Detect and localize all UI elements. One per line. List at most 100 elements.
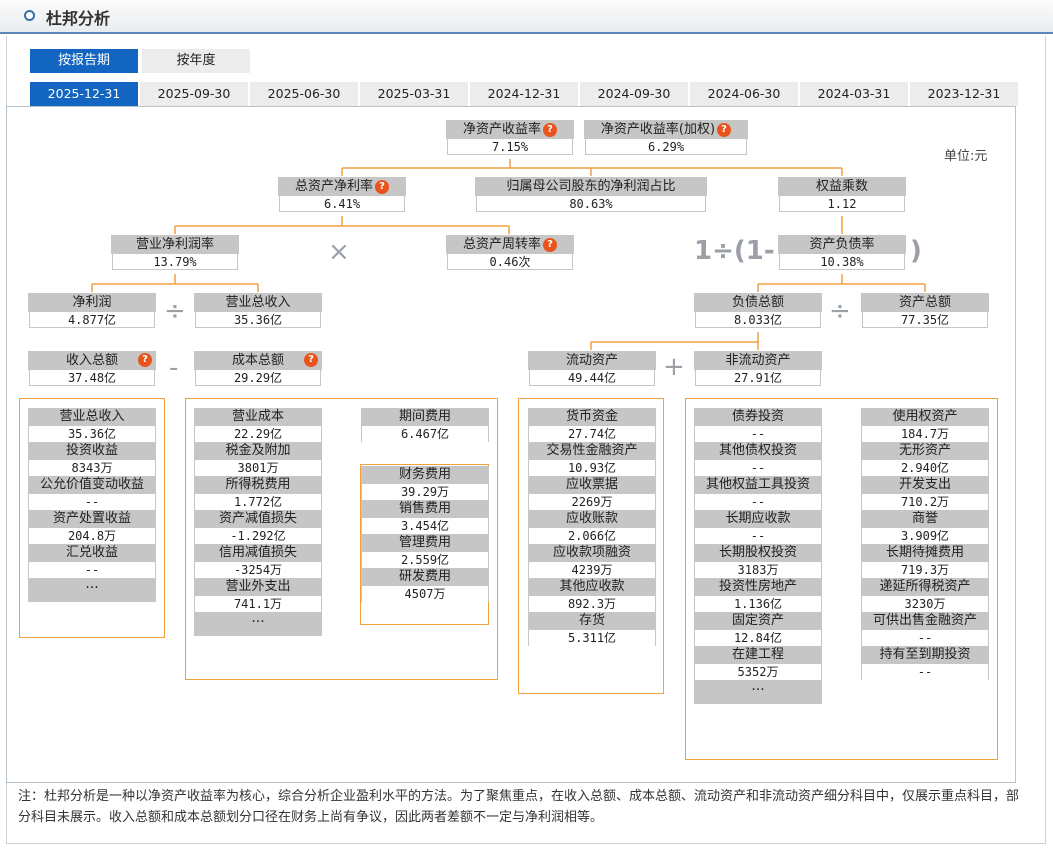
more-items[interactable]: ··· [194,612,322,636]
cost-items-column: 营业成本 22.29亿 税金及附加 3801万 所得税费用 1.772亿 资产减… [194,408,322,636]
item-value: -3254万 [195,562,321,578]
item-label: 应收款项融资 [528,544,656,562]
period-expense-label: 期间费用 [361,408,489,426]
debt-ratio-value: 10.38% [779,254,905,270]
revenue-label: 营业总收入 [194,293,322,312]
item-value: 3183万 [695,562,821,578]
item-value: 8343万 [29,460,155,476]
item-label: 无形资产 [861,442,989,460]
item-value: 5352万 [695,664,821,680]
item-label: 长期股权投资 [694,544,822,562]
item-value: 4507万 [362,586,488,602]
help-icon[interactable]: ? [717,123,732,137]
item-value: 2.559亿 [362,552,488,568]
item-label: 营业外支出 [194,578,322,596]
item-label: 交易性金融资产 [528,442,656,460]
item-value: 39.29万 [362,484,488,500]
period-expense-value: 6.467亿 [362,426,488,442]
item-label: 资产减值损失 [194,510,322,528]
roe-weighted-value: 6.29% [585,139,747,155]
item-label: 固定资产 [694,612,822,630]
equity-multiplier-node: 权益乘数 1.12 [778,177,906,213]
noncurrent-assets-node: 非流动资产 27.91亿 [694,351,822,387]
item-value: -- [695,494,821,510]
help-icon[interactable]: ? [138,353,152,367]
close-paren-sign: ) [910,236,922,266]
net-profit-label: 净利润 [28,293,156,312]
item-label: 在建工程 [694,646,822,664]
item-label: 其他应收款 [528,578,656,596]
help-icon[interactable]: ? [375,180,389,194]
roa-node: 总资产净利率? 6.41% [278,177,406,213]
one-divide-sign: 1÷(1- [694,236,775,266]
roa-value: 6.41% [279,196,405,212]
item-label: 开发支出 [861,476,989,494]
income-total-label: 收入总额 [28,351,156,370]
roe-weighted-label: 净资产收益率(加权) [600,122,716,137]
parent-ratio-value: 80.63% [476,196,706,212]
item-label: 信用减值损失 [194,544,322,562]
minus-sign: - [169,353,179,383]
current-assets-items-column: 货币资金 27.74亿 交易性金融资产 10.93亿 应收票据 2269万 应收… [528,408,656,646]
item-value: 1.772亿 [195,494,321,510]
help-icon[interactable]: ? [543,123,557,137]
item-label: 应收票据 [528,476,656,494]
item-label: 投资收益 [28,442,156,460]
net-margin-value: 13.79% [112,254,238,270]
item-label: 投资性房地产 [694,578,822,596]
item-label: 货币资金 [528,408,656,426]
revenue-value: 35.36亿 [195,312,321,328]
item-label: 债券投资 [694,408,822,426]
help-icon[interactable]: ? [543,238,557,252]
divide-sign: ÷ [164,296,186,326]
more-items[interactable]: ··· [694,680,822,704]
item-value: 3.454亿 [362,518,488,534]
debt-ratio-node: 资产负债率 10.38% [778,235,906,271]
total-liabilities-node: 负债总额 8.033亿 [694,293,822,329]
income-items-column: 营业总收入 35.36亿 投资收益 8343万 公允价值变动收益 -- 资产处置… [28,408,156,602]
item-value: 10.93亿 [529,460,655,476]
item-value: 27.74亿 [529,426,655,442]
cost-total-node: 成本总额 29.29亿 [194,351,322,387]
roe-label: 净资产收益率 [462,122,541,137]
debt-ratio-label: 资产负债率 [778,235,906,254]
item-label: 营业总收入 [28,408,156,426]
item-label: 递延所得税资产 [861,578,989,596]
item-label: 财务费用 [361,466,489,484]
total-liabilities-value: 8.033亿 [695,312,821,328]
total-assets-node: 资产总额 77.35亿 [861,293,989,329]
item-value: -- [29,562,155,578]
noncurrent-assets-label: 非流动资产 [694,351,822,370]
total-liabilities-label: 负债总额 [694,293,822,312]
item-label: 商誉 [861,510,989,528]
item-value: 22.29亿 [195,426,321,442]
item-label: 其他债权投资 [694,442,822,460]
item-label: 长期待摊费用 [861,544,989,562]
item-value: 3.909亿 [862,528,988,544]
item-label: 公允价值变动收益 [28,476,156,494]
item-value: 3230万 [862,596,988,612]
net-margin-node: 营业净利润率 13.79% [111,235,239,271]
noncurrent-items-right-column: 使用权资产 184.7万 无形资产 2.940亿 开发支出 710.2万 商誉 … [861,408,989,680]
income-total-node: 收入总额 37.48亿 [28,351,156,387]
income-total-value: 37.48亿 [29,370,155,386]
item-value: 2.940亿 [862,460,988,476]
item-value: -- [695,460,821,476]
roe-weighted-node: 净资产收益率(加权)? 6.29% [584,120,748,156]
net-profit-node: 净利润 4.877亿 [28,293,156,329]
item-value: -- [695,528,821,544]
noncurrent-assets-value: 27.91亿 [695,370,821,386]
noncurrent-items-left-column: 债券投资 -- 其他债权投资 -- 其他权益工具投资 -- 长期应收款 -- 长… [694,408,822,704]
help-icon[interactable]: ? [304,353,318,367]
item-label: 使用权资产 [861,408,989,426]
more-items[interactable]: ··· [28,578,156,602]
item-label: 可供出售金融资产 [861,612,989,630]
multiply-sign: × [328,237,350,267]
cost-total-label: 成本总额 [194,351,322,370]
cost-total-value: 29.29亿 [195,370,321,386]
item-value: 2.066亿 [529,528,655,544]
net-profit-value: 4.877亿 [29,312,155,328]
divide-sign: ÷ [829,296,851,326]
item-value: 2269万 [529,494,655,510]
parent-ratio-label: 归属母公司股东的净利润占比 [475,177,707,196]
